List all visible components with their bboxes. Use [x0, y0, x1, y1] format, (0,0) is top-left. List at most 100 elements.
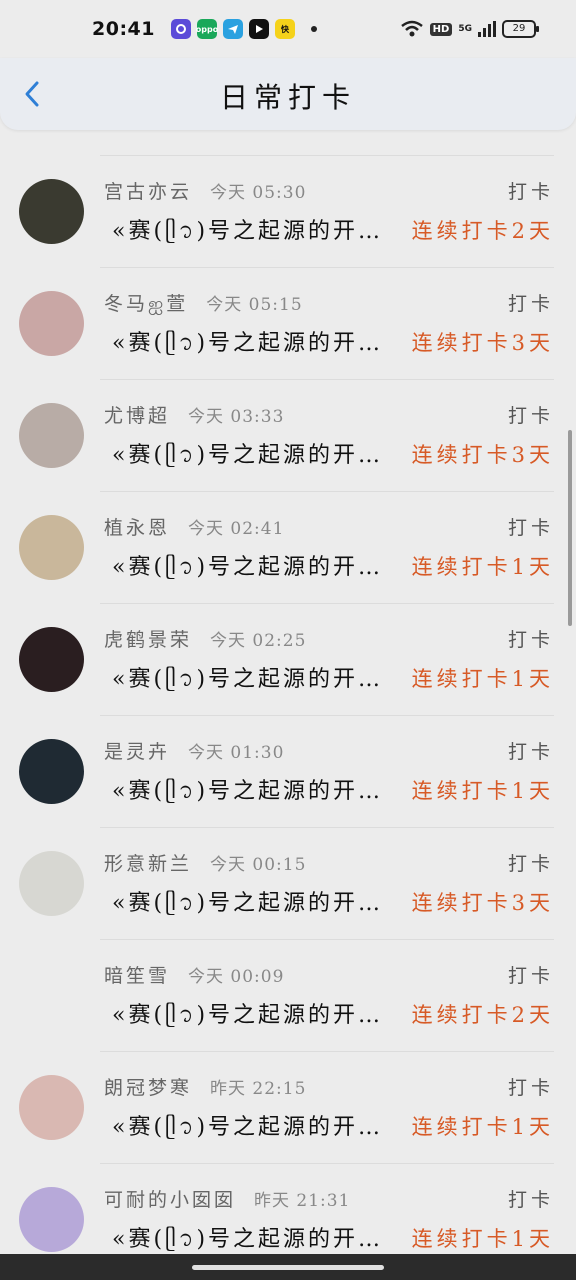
checkin-row[interactable]: 朗冠梦寒 昨天 22:15 打卡 «赛(ᥫ᭡)号之起源的开… 连续打卡1天 — [0, 1051, 576, 1163]
checkin-row[interactable]: 暗笙雪 今天 00:09 打卡 «赛(ᥫ᭡)号之起源的开… 连续打卡2天 — [0, 939, 576, 1051]
row-divider — [100, 267, 554, 268]
streak-label: 连续打卡3天 — [411, 331, 554, 355]
signal-icon — [478, 21, 496, 37]
row-divider — [100, 1051, 554, 1052]
user-name-text: 虎鹤景荣 — [104, 629, 193, 651]
checkin-row[interactable]: 是灵卉 今天 01:30 打卡 «赛(ᥫ᭡)号之起源的开… 连续打卡1天 — [0, 715, 576, 827]
row-divider — [100, 155, 554, 156]
row-divider — [100, 827, 554, 828]
streak-label: 连续打卡1天 — [411, 667, 554, 691]
avatar[interactable] — [19, 179, 84, 244]
page-title: 日常打卡 — [219, 81, 356, 114]
avatar[interactable] — [19, 515, 84, 580]
checkin-content[interactable]: «赛(ᥫ᭡)号之起源的开… — [112, 773, 383, 814]
user-name: 虎鹤景荣 今天 02:25 — [104, 625, 306, 652]
notification-icons: oppo 快 — [170, 19, 317, 39]
streak-label: 连续打卡2天 — [411, 1003, 554, 1027]
oppo-icon: oppo — [196, 19, 218, 39]
checkin-time: 今天 05:30 — [210, 183, 307, 203]
hd-icon: HD — [429, 22, 453, 36]
user-name-text: 冬马ஐ萱 — [104, 293, 189, 315]
avatar[interactable] — [19, 627, 84, 692]
status-bar: 20:41 oppo 快 HD 5G 29 — [0, 0, 576, 58]
network-type: 5G — [458, 24, 472, 34]
user-name-text: 植永恩 — [104, 517, 171, 539]
user-name: 冬马ஐ萱 今天 05:15 — [104, 289, 303, 318]
home-indicator[interactable] — [192, 1265, 384, 1270]
row-divider — [100, 379, 554, 380]
checkin-row[interactable]: 冬马ஐ萱 今天 05:15 打卡 «赛(ᥫ᭡)号之起源的开… 连续打卡3天 — [0, 267, 576, 379]
app-circle-icon — [170, 19, 191, 39]
checkin-content[interactable]: «赛(ᥫ᭡)号之起源的开… — [112, 885, 383, 926]
avatar[interactable] — [19, 1075, 84, 1140]
checkin-tag: 打卡 — [507, 181, 554, 203]
more-notifications-dot — [310, 26, 317, 32]
status-right: HD 5G 29 — [400, 20, 539, 38]
scrollbar[interactable] — [568, 430, 572, 626]
checkin-tag: 打卡 — [507, 741, 554, 763]
user-name: 尤博超 今天 03:33 — [104, 401, 284, 428]
page-header: 日常打卡 — [0, 58, 576, 130]
checkin-content[interactable]: «赛(ᥫ᭡)号之起源的开… — [112, 549, 383, 590]
kuaishou-icon: 快 — [274, 19, 295, 39]
checkin-time: 今天 00:09 — [188, 967, 285, 987]
checkin-tag: 打卡 — [507, 1077, 554, 1099]
checkin-content[interactable]: «赛(ᥫ᭡)号之起源的开… — [112, 213, 383, 254]
streak-label: 连续打卡2天 — [411, 219, 554, 243]
streak-label: 连续打卡1天 — [411, 555, 554, 579]
arrow-app-icon — [248, 19, 269, 39]
checkin-content[interactable]: «赛(ᥫ᭡)号之起源的开… — [112, 325, 383, 366]
user-name-text: 形意新兰 — [104, 853, 193, 875]
user-name: 宫古亦云 今天 05:30 — [104, 177, 306, 204]
checkin-content[interactable]: «赛(ᥫ᭡)号之起源的开… — [112, 997, 383, 1038]
row-divider — [100, 715, 554, 716]
wifi-icon — [400, 20, 423, 37]
checkin-tag: 打卡 — [507, 517, 554, 539]
checkin-time: 今天 01:30 — [188, 743, 285, 763]
checkin-time: 今天 05:15 — [206, 295, 303, 315]
user-name: 形意新兰 今天 00:15 — [104, 849, 306, 876]
checkin-tag: 打卡 — [507, 965, 554, 987]
checkin-row[interactable]: 尤博超 今天 03:33 打卡 «赛(ᥫ᭡)号之起源的开… 连续打卡3天 — [0, 379, 576, 491]
avatar[interactable] — [19, 403, 84, 468]
user-name-text: 是灵卉 — [104, 741, 171, 763]
user-name: 可耐的小囡囡 昨天 21:31 — [104, 1185, 350, 1212]
avatar[interactable] — [19, 739, 84, 804]
user-name-text: 朗冠梦寒 — [104, 1077, 193, 1099]
avatar[interactable] — [19, 291, 84, 356]
row-divider — [100, 603, 554, 604]
user-name-text: 暗笙雪 — [104, 965, 171, 987]
checkin-content[interactable]: «赛(ᥫ᭡)号之起源的开… — [112, 661, 383, 702]
user-name: 是灵卉 今天 01:30 — [104, 737, 284, 764]
checkin-row[interactable]: 形意新兰 今天 00:15 打卡 «赛(ᥫ᭡)号之起源的开… 连续打卡3天 — [0, 827, 576, 939]
checkin-row[interactable]: 宫古亦云 今天 05:30 打卡 «赛(ᥫ᭡)号之起源的开… 连续打卡2天 — [0, 155, 576, 267]
avatar[interactable] — [19, 851, 84, 916]
user-name: 朗冠梦寒 昨天 22:15 — [104, 1073, 306, 1100]
checkin-tag: 打卡 — [507, 853, 554, 875]
checkin-time: 今天 03:33 — [188, 407, 285, 427]
status-time: 20:41 — [92, 18, 155, 40]
streak-label: 连续打卡3天 — [411, 443, 554, 467]
checkin-tag: 打卡 — [507, 1189, 554, 1211]
gesture-bar — [0, 1254, 576, 1280]
checkin-tag: 打卡 — [507, 629, 554, 651]
checkin-tag: 打卡 — [507, 293, 554, 315]
checkin-content[interactable]: «赛(ᥫ᭡)号之起源的开… — [112, 437, 383, 478]
row-divider — [100, 939, 554, 940]
checkin-time: 今天 02:25 — [210, 631, 307, 651]
user-name-text: 尤博超 — [104, 405, 171, 427]
battery-icon: 29 — [502, 20, 539, 38]
streak-label: 连续打卡1天 — [411, 779, 554, 803]
checkin-content[interactable]: «赛(ᥫ᭡)号之起源的开… — [112, 1109, 383, 1150]
streak-label: 连续打卡3天 — [411, 891, 554, 915]
user-name-text: 宫古亦云 — [104, 181, 193, 203]
row-divider — [100, 1163, 554, 1164]
row-divider — [100, 491, 554, 492]
streak-label: 连续打卡1天 — [411, 1115, 554, 1139]
user-name: 植永恩 今天 02:41 — [104, 513, 284, 540]
avatar[interactable] — [19, 1187, 84, 1252]
checkin-time: 今天 02:41 — [188, 519, 285, 539]
checkin-row[interactable]: 植永恩 今天 02:41 打卡 «赛(ᥫ᭡)号之起源的开… 连续打卡1天 — [0, 491, 576, 603]
checkin-row[interactable]: 虎鹤景荣 今天 02:25 打卡 «赛(ᥫ᭡)号之起源的开… 连续打卡1天 — [0, 603, 576, 715]
avatar[interactable] — [19, 963, 84, 1028]
